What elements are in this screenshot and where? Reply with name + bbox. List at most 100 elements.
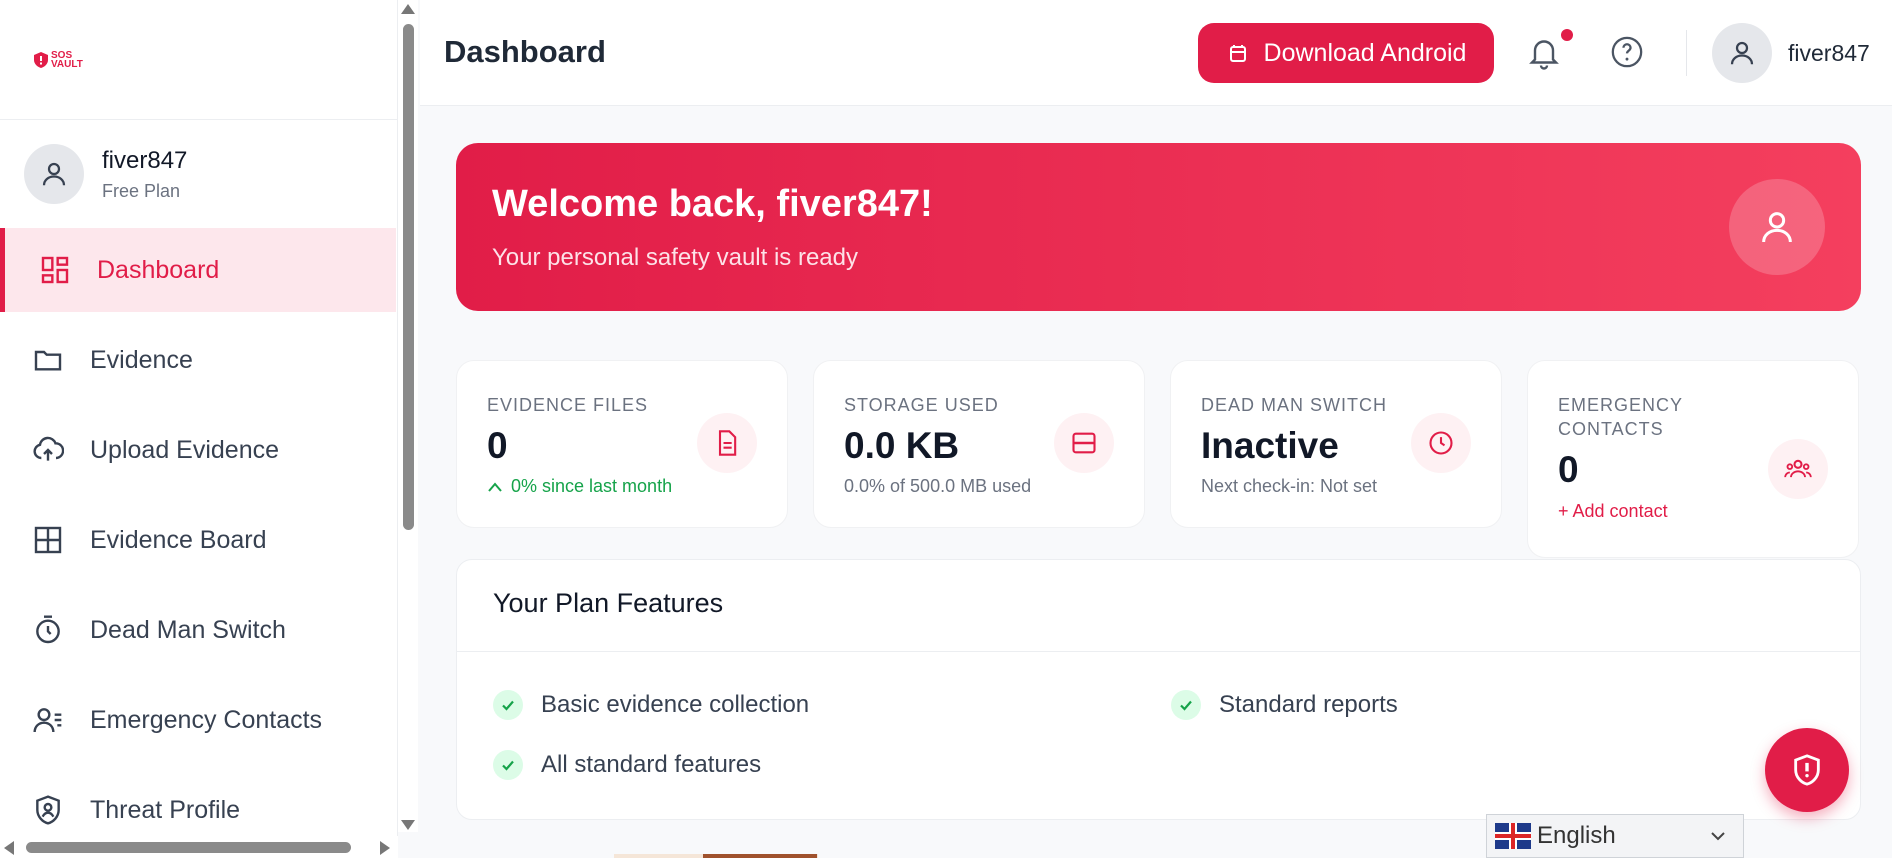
- stat-icon-bubble: [1768, 439, 1828, 499]
- stat-label-line: CONTACTS: [1558, 419, 1664, 439]
- divider: [457, 651, 1860, 652]
- plan-feature-label: Standard reports: [1219, 691, 1398, 718]
- plan-features-card: Your Plan Features Basic evidence collec…: [456, 559, 1861, 820]
- plan-feature-label: All standard features: [541, 751, 762, 778]
- plan-title: Your Plan Features: [493, 588, 724, 618]
- sidebar-item-emergency-contacts[interactable]: Emergency Contacts: [0, 678, 397, 762]
- stat-label: EVIDENCE FILES: [487, 395, 649, 415]
- logo-area: SOS VAULT: [0, 0, 397, 120]
- check-icon: [493, 690, 523, 720]
- stat-icon-bubble: [1054, 413, 1114, 473]
- stat-sub: Next check-in: Not set: [1201, 476, 1378, 496]
- bell-icon[interactable]: [1526, 34, 1562, 70]
- check-icon: [1171, 690, 1201, 720]
- shield-alert-icon: [1794, 754, 1820, 786]
- download-android-label: Download Android: [1263, 38, 1467, 67]
- stat-sub-text: 0% since last month: [511, 476, 673, 496]
- stat-card-storage-used: STORAGE USED 0.0 KB 0.0% of 500.0 MB use…: [813, 360, 1145, 528]
- plan-feature-item: Basic evidence collection: [493, 690, 809, 720]
- sidebar-user: fiver847 Free Plan: [0, 120, 397, 228]
- android-icon: [1229, 45, 1246, 62]
- scroll-down-arrow-icon[interactable]: [401, 820, 415, 830]
- user-icon: [1762, 212, 1792, 243]
- sidebar-item-upload-evidence[interactable]: Upload Evidence: [0, 408, 397, 492]
- sidebar-item-label: Evidence Board: [90, 525, 267, 554]
- page-title: Dashboard: [444, 34, 606, 69]
- timer-icon: [36, 615, 60, 644]
- stat-card-dead-man-switch: DEAD MAN SWITCH Inactive Next check-in: …: [1170, 360, 1502, 528]
- top-header: Dashboard Download Android fiver847: [420, 0, 1892, 106]
- welcome-title: Welcome back, fiver847!: [492, 183, 933, 225]
- header-divider: [1686, 30, 1687, 76]
- welcome-banner: Welcome back, fiver847! Your personal sa…: [456, 143, 1861, 311]
- folder-icon: [34, 350, 62, 371]
- group-icon: [1784, 459, 1812, 478]
- grid-icon: [34, 526, 62, 554]
- stat-label: DEAD MAN SWITCH: [1201, 395, 1387, 415]
- sidebar-item-dashboard[interactable]: Dashboard: [0, 228, 396, 312]
- stat-sub: 0% since last month: [487, 476, 672, 497]
- notification-dot: [1561, 29, 1573, 41]
- stat-card-emergency-contacts: EMERGENCY CONTACTS 0 + Add contact: [1527, 360, 1859, 558]
- sidebar-item-label: Evidence: [90, 345, 193, 374]
- stat-sub: 0.0% of 500.0 MB used: [844, 476, 1032, 496]
- stat-card-evidence-files: EVIDENCE FILES 0 0% since last month: [456, 360, 788, 528]
- sidebar-item-label: Upload Evidence: [90, 435, 280, 464]
- shield-user-icon: [36, 795, 60, 825]
- avatar: [24, 144, 84, 204]
- dashboard-icon: [41, 256, 69, 284]
- contacts-icon: [33, 708, 62, 733]
- stat-value: 0: [487, 425, 508, 466]
- scroll-up-arrow-icon[interactable]: [401, 4, 415, 14]
- welcome-avatar: [1729, 179, 1825, 275]
- check-icon: [493, 750, 523, 780]
- help-icon[interactable]: [1610, 35, 1644, 69]
- sidebar-scrollbar-thumb[interactable]: [403, 24, 414, 530]
- plan-feature-item: Standard reports: [1171, 690, 1398, 720]
- welcome-subtitle: Your personal safety vault is ready: [492, 244, 858, 271]
- sidebar-item-label: Emergency Contacts: [90, 705, 323, 734]
- stat-value: 0: [1558, 449, 1579, 490]
- user-icon: [42, 162, 66, 186]
- uk-flag-icon: [1495, 823, 1531, 849]
- scroll-left-arrow-icon[interactable]: [4, 841, 14, 855]
- stat-value: 0.0 KB: [844, 425, 960, 466]
- storage-icon: [1072, 432, 1096, 454]
- shield-logo-icon: [34, 51, 48, 68]
- content-below-fold-accent: [703, 854, 817, 858]
- stat-value: Inactive: [1201, 425, 1339, 466]
- sidebar-plan: Free Plan: [102, 180, 181, 201]
- plan-feature-label: Basic evidence collection: [541, 691, 810, 718]
- sidebar-item-evidence[interactable]: Evidence: [0, 318, 397, 402]
- chevron-down-icon: [1711, 832, 1725, 841]
- app-logo[interactable]: SOS VAULT: [34, 50, 83, 70]
- stat-icon-bubble: [697, 413, 757, 473]
- trend-up-icon: [488, 481, 502, 492]
- stat-label: EMERGENCY CONTACTS: [1558, 393, 1683, 441]
- download-android-button[interactable]: Download Android: [1198, 23, 1494, 83]
- header-username[interactable]: fiver847: [1788, 40, 1870, 67]
- clock-icon: [1429, 431, 1453, 455]
- sidebar-nav: Dashboard Evidence Upload Evidence Evide…: [0, 228, 397, 852]
- stat-icon-bubble: [1411, 413, 1471, 473]
- language-label: English: [1537, 822, 1616, 849]
- scroll-right-arrow-icon[interactable]: [380, 841, 390, 855]
- cloud-upload-icon: [33, 436, 64, 461]
- sidebar-item-label: Threat Profile: [90, 795, 241, 824]
- user-icon: [1730, 41, 1754, 65]
- plan-feature-item: All standard features: [493, 750, 761, 780]
- logo-text-vault: VAULT: [51, 58, 83, 70]
- header-avatar[interactable]: [1712, 23, 1772, 83]
- stat-label-line: EMERGENCY: [1558, 395, 1684, 415]
- sidebar-username: fiver847: [102, 146, 188, 174]
- add-contact-link[interactable]: + Add contact: [1558, 501, 1668, 522]
- sos-floating-button[interactable]: [1765, 728, 1849, 812]
- sidebar-item-label: Dashboard: [97, 255, 220, 284]
- stat-label: STORAGE USED: [844, 395, 999, 415]
- sidebar-item-evidence-board[interactable]: Evidence Board: [0, 498, 397, 582]
- sidebar-hscrollbar-thumb[interactable]: [26, 842, 351, 853]
- sidebar-item-label: Dead Man Switch: [90, 615, 286, 644]
- language-selector[interactable]: English: [1486, 814, 1744, 858]
- sidebar: SOS VAULT fiver847 Free Plan Dashboard E…: [0, 0, 398, 858]
- sidebar-item-dead-man-switch[interactable]: Dead Man Switch: [0, 588, 397, 672]
